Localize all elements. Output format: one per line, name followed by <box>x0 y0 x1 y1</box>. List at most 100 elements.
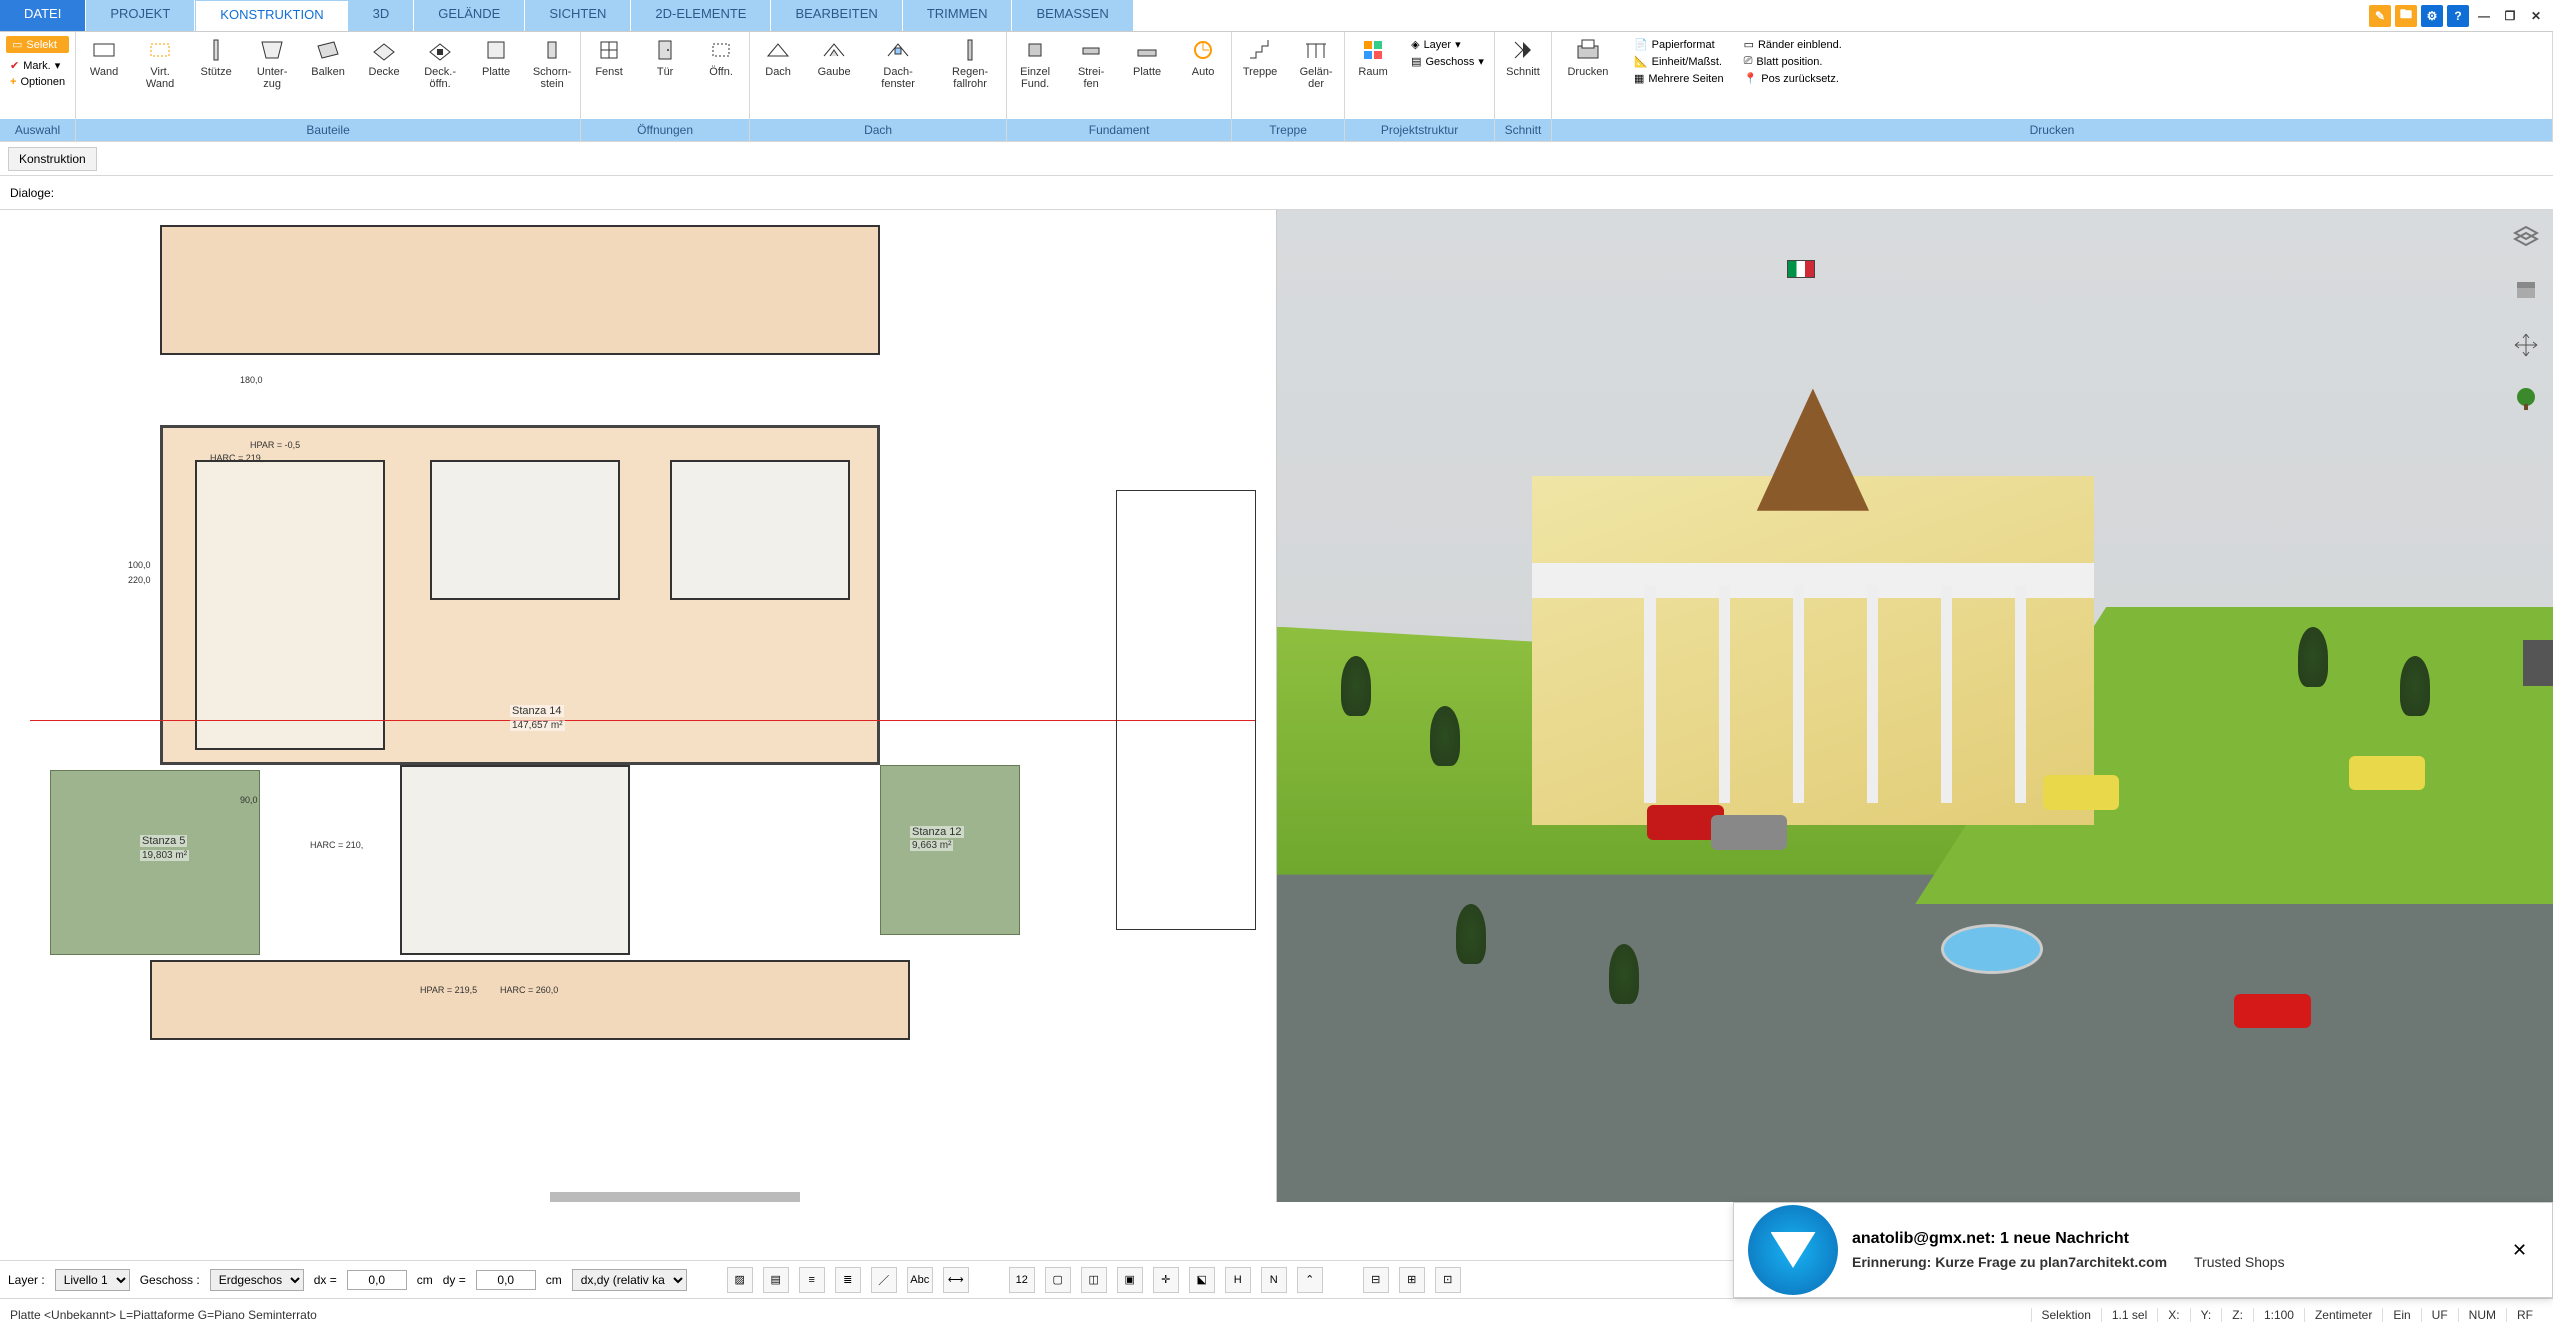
options-button[interactable]: +Optionen <box>6 74 69 90</box>
tool-dim-icon[interactable]: ⟷ <box>943 1267 969 1293</box>
menu-tab-bemassen[interactable]: BEMASSEN <box>1012 0 1133 31</box>
streifen-button[interactable]: Strei-fen <box>1063 32 1119 119</box>
tool-hatch4-icon[interactable]: ≣ <box>835 1267 861 1293</box>
quick-gear-icon[interactable]: ⚙ <box>2421 5 2443 27</box>
platte-button[interactable]: Platte <box>468 32 524 119</box>
tool-snap-sq1[interactable]: ▢ <box>1045 1267 1071 1293</box>
side-furniture-icon[interactable] <box>2509 274 2543 308</box>
tool-text-icon[interactable]: Abc <box>907 1267 933 1293</box>
oeffn-button[interactable]: Öffn. <box>693 32 749 119</box>
dach-button[interactable]: Dach <box>750 32 806 119</box>
virt-wand-button[interactable]: Virt.Wand <box>132 32 188 119</box>
poszurueck-item[interactable]: 📍 Pos zurücksetz. <box>1740 70 1846 87</box>
select-button[interactable]: ▭Selekt <box>6 36 69 53</box>
stuetze-button[interactable]: Stütze <box>188 32 244 119</box>
menu-tab-projekt[interactable]: PROJEKT <box>86 0 195 31</box>
dx-input[interactable] <box>347 1270 407 1290</box>
gaube-button[interactable]: Gaube <box>806 32 862 119</box>
dy-input[interactable] <box>476 1270 536 1290</box>
printer-icon <box>1574 36 1602 64</box>
einheit-item[interactable]: 📐 Einheit/Maßst. <box>1630 53 1728 70</box>
tool-line-icon[interactable]: ／ <box>871 1267 897 1293</box>
geschoss-select[interactable]: Erdgeschos <box>210 1269 304 1291</box>
schnitt-button[interactable]: Schnitt <box>1495 32 1551 119</box>
quick-tip-icon[interactable]: ✎ <box>2369 5 2391 27</box>
einzelfund-button[interactable]: EinzelFund. <box>1007 32 1063 119</box>
menu-tab-3d[interactable]: 3D <box>349 0 415 31</box>
window-close-icon[interactable]: ✕ <box>2525 5 2547 27</box>
tool-snap-sq3[interactable]: ▣ <box>1117 1267 1143 1293</box>
dachfenster-button[interactable]: Dach-fenster <box>862 32 934 119</box>
drucken-button[interactable]: Drucken <box>1552 32 1624 119</box>
tool-snap-12[interactable]: 12 <box>1009 1267 1035 1293</box>
floorplan-viewport[interactable]: Stanza 14 147,657 m² Stanza 5 19,803 m² … <box>0 210 1277 1202</box>
mark-dropdown[interactable]: ✔Mark. ▾ <box>6 57 69 74</box>
tool-snap-h[interactable]: H <box>1225 1267 1251 1293</box>
treppe-icon <box>1246 36 1274 64</box>
mehrereseiten-item[interactable]: ▦ Mehrere Seiten <box>1630 70 1728 87</box>
side-move-icon[interactable] <box>2509 328 2543 362</box>
decke-button[interactable]: Decke <box>356 32 412 119</box>
tool-snap-diag[interactable]: ⬕ <box>1189 1267 1215 1293</box>
geschoss-dropdown[interactable]: ▤ Geschoss ▾ <box>1407 53 1488 70</box>
window-minimize-icon[interactable]: — <box>2473 5 2495 27</box>
fenster-button[interactable]: Fenst <box>581 32 637 119</box>
gelaender-button[interactable]: Gelän-der <box>1288 32 1344 119</box>
menu-tab-gelaende[interactable]: GELÄNDE <box>414 0 525 31</box>
raum-button[interactable]: Raum <box>1345 32 1401 119</box>
tool-row-split2[interactable]: ⊡ <box>1435 1267 1461 1293</box>
side-drawer-tab[interactable] <box>2523 640 2553 686</box>
menu-tab-2d[interactable]: 2D-ELEMENTE <box>631 0 771 31</box>
menu-tab-trimmen[interactable]: TRIMMEN <box>903 0 1013 31</box>
tool-row-grid[interactable]: ⊞ <box>1399 1267 1425 1293</box>
dim-hpar2: HPAR = 219,5 <box>420 985 477 995</box>
3d-viewport[interactable] <box>1277 210 2553 1202</box>
dach-icon <box>764 36 792 64</box>
group-bauteile: Bauteile <box>76 119 580 141</box>
blattpos-item[interactable]: ⎚ Blatt position. <box>1740 53 1846 70</box>
window-restore-icon[interactable]: ❐ <box>2499 5 2521 27</box>
toast-close-icon[interactable]: ✕ <box>2512 1240 2552 1261</box>
tool-hatch3-icon[interactable]: ≡ <box>799 1267 825 1293</box>
fundauto-button[interactable]: Auto <box>1175 32 1231 119</box>
gelaender-icon <box>1302 36 1330 64</box>
raender-item[interactable]: ▭ Ränder einblend. <box>1740 36 1846 53</box>
regenfallrohr-button[interactable]: Regen-fallrohr <box>934 32 1006 119</box>
menu-tab-datei[interactable]: DATEI <box>0 0 86 31</box>
konstruktion-chip[interactable]: Konstruktion <box>8 147 97 171</box>
layer-select[interactable]: Livello 1 <box>55 1269 130 1291</box>
fundplatte-icon <box>1133 36 1161 64</box>
layer-dropdown[interactable]: ◈ Layer ▾ <box>1407 36 1488 53</box>
side-layers-icon[interactable] <box>2509 220 2543 254</box>
tool-snap-cross[interactable]: ✛ <box>1153 1267 1179 1293</box>
stanza14-label: Stanza 14 <box>510 705 564 717</box>
schornstein-button[interactable]: Schorn-stein <box>524 32 580 119</box>
tool-hatch2-icon[interactable]: ▤ <box>763 1267 789 1293</box>
coord-select[interactable]: dx,dy (relativ ka <box>572 1269 687 1291</box>
unterzug-button[interactable]: Unter-zug <box>244 32 300 119</box>
unterzug-icon <box>258 36 286 64</box>
tool-snap-caret[interactable]: ⌃ <box>1297 1267 1323 1293</box>
side-tree-icon[interactable] <box>2509 382 2543 416</box>
quick-folder-icon[interactable]: 🖿 <box>2395 5 2417 27</box>
balken-button[interactable]: Balken <box>300 32 356 119</box>
email-toast[interactable]: anatolib@gmx.net: 1 neue Nachricht Erinn… <box>1733 1202 2553 1298</box>
tool-hatch1-icon[interactable]: ▨ <box>727 1267 753 1293</box>
fundplatte-button[interactable]: Platte <box>1119 32 1175 119</box>
menu-tab-sichten[interactable]: SICHTEN <box>525 0 631 31</box>
menu-tab-bearbeiten[interactable]: BEARBEITEN <box>771 0 902 31</box>
deckoeffn-button[interactable]: Deck.-öffn. <box>412 32 468 119</box>
menu-tab-konstruktion[interactable]: KONSTRUKTION <box>195 0 348 31</box>
tool-row-split1[interactable]: ⊟ <box>1363 1267 1389 1293</box>
treppe-button[interactable]: Treppe <box>1232 32 1288 119</box>
geschoss-label: Geschoss : <box>140 1273 200 1287</box>
wand-button[interactable]: Wand <box>76 32 132 119</box>
streifen-icon <box>1077 36 1105 64</box>
quick-help-icon[interactable]: ? <box>2447 5 2469 27</box>
tool-snap-sq2[interactable]: ◫ <box>1081 1267 1107 1293</box>
horizontal-scrollbar[interactable] <box>550 1192 800 1202</box>
papierformat-item[interactable]: 📄 Papierformat <box>1630 36 1728 53</box>
tool-snap-n[interactable]: N <box>1261 1267 1287 1293</box>
tuer-button[interactable]: Tür <box>637 32 693 119</box>
status-rf: RF <box>2506 1308 2543 1322</box>
